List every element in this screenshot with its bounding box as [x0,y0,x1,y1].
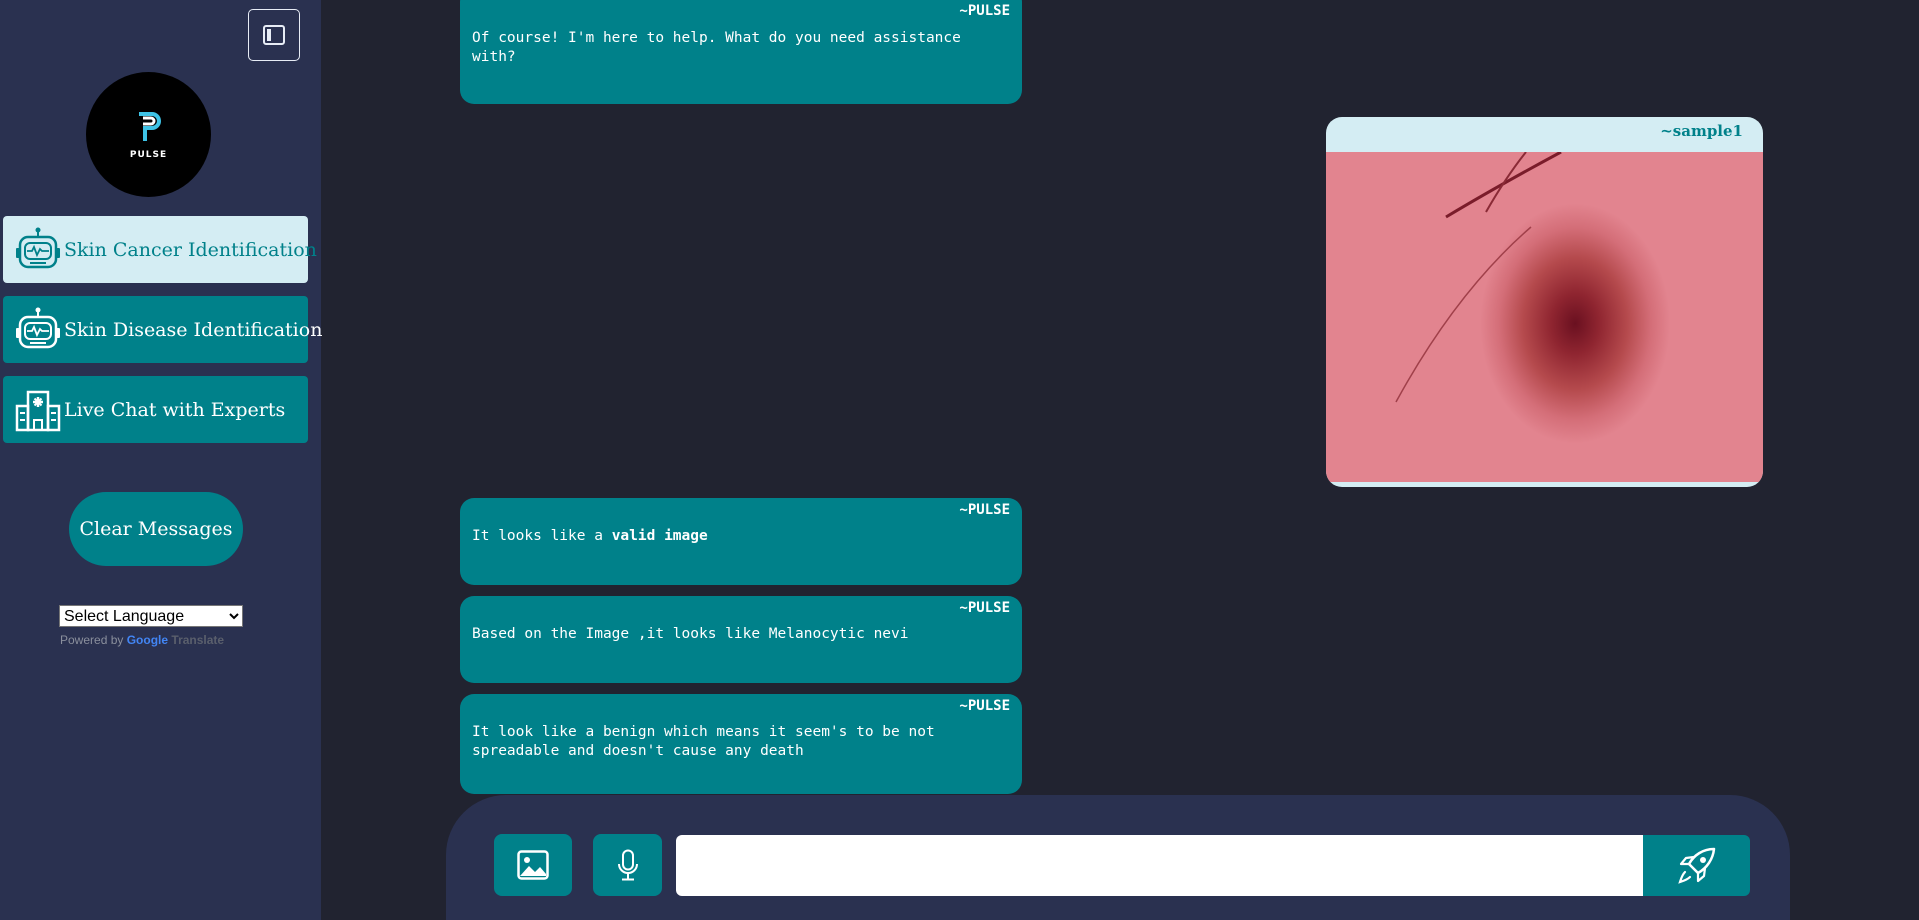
google-logo-text: Google [126,633,169,647]
robot-icon [16,227,60,268]
message-sender: ~sample1 [1660,122,1743,140]
pulse-logo: PULSE [86,72,211,197]
nav-label: Skin Cancer Identification [64,238,317,261]
microphone-icon [617,849,638,881]
message-sender: ~PULSE [959,698,1010,714]
sidebar-toggle-button[interactable] [248,9,300,61]
powered-by-text: Powered by [60,633,124,647]
nav-label: Skin Disease Identification [64,318,323,341]
bot-message: ~PULSE It looks like a valid image [460,498,1022,585]
message-text: Based on the Image ,it looks like Melano… [472,626,909,642]
skin-lesion-image[interactable] [1326,150,1763,482]
image-icon [517,850,549,880]
nav-skin-disease-identification[interactable]: Skin Disease Identification [3,296,322,363]
bot-message: ~PULSE Based on the Image ,it looks like… [460,596,1022,683]
nav-live-chat-with-experts[interactable]: Live Chat with Experts [3,376,308,443]
rocket-icon [1677,847,1715,884]
sidebar: PULSE Skin Cancer Identification Skin Di… [0,0,322,920]
user-image-message: ~sample1 [1326,117,1763,487]
message-input[interactable] [676,835,1644,896]
message-sender: ~PULSE [959,600,1010,616]
language-select[interactable]: Select Language [59,605,243,627]
message-sender: ~PULSE [959,3,1010,19]
translate-link[interactable]: Translate [171,633,224,647]
send-button[interactable] [1643,835,1750,896]
sidebar-toggle-icon [263,25,285,45]
bot-message: ~PULSE Of course! I'm here to help. What… [460,0,1022,104]
message-sender: ~PULSE [959,502,1010,518]
nav-label: Live Chat with Experts [64,398,286,421]
nav-skin-cancer-identification[interactable]: Skin Cancer Identification [3,216,317,283]
message-text-prefix: It looks like a [472,528,612,544]
message-text: It looks like a valid image [472,527,1010,546]
hair-strands [1395,150,1562,403]
robot-icon [16,307,60,348]
message-text-bold: valid image [611,528,708,544]
pulse-logo-mark [138,111,161,141]
clear-messages-button[interactable]: Clear Messages [69,492,243,566]
hospital-icon [15,390,61,431]
bot-message: ~PULSE It look like a benign which means… [460,694,1022,794]
message-text: It look like a benign which means it see… [472,724,935,759]
message-text: Of course! I'm here to help. What do you… [472,30,961,65]
logo-text: PULSE [129,149,168,160]
google-logo[interactable]: Google [127,633,168,647]
voice-input-button[interactable] [593,834,662,896]
powered-by-google-translate: Powered by Google Translate [60,633,224,647]
upload-image-button[interactable] [494,834,572,896]
